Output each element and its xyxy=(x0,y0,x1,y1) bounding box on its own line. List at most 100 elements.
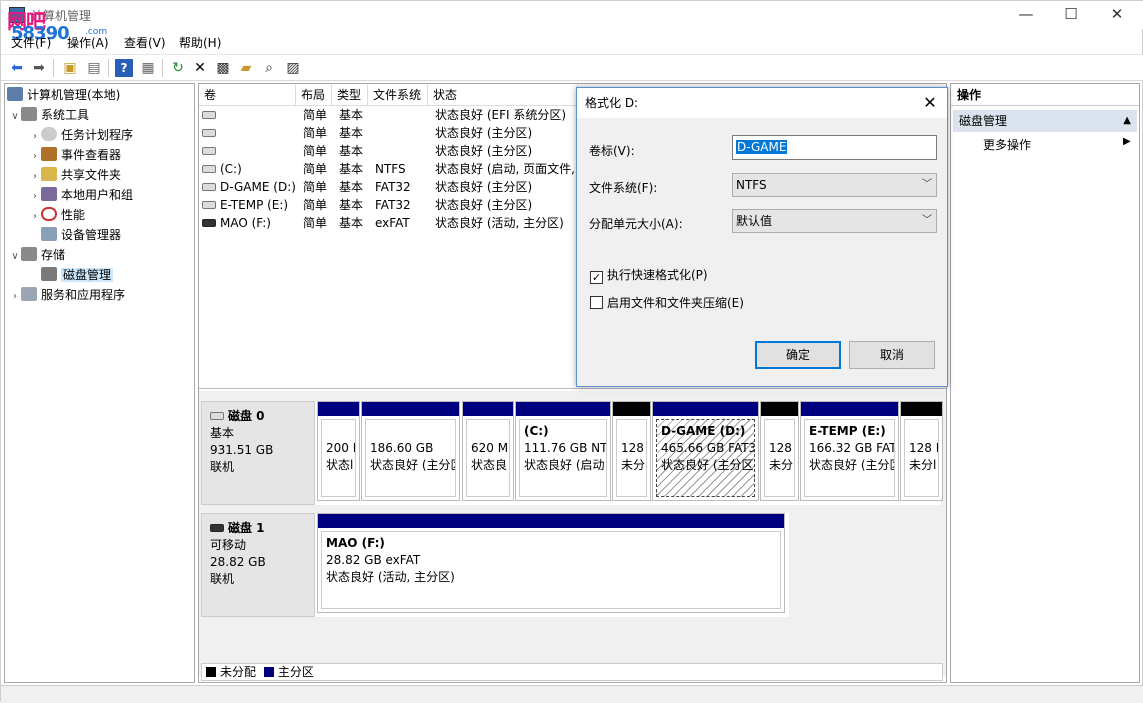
removable-drive-icon xyxy=(202,219,216,227)
dialog-body: 卷标(V): D-GAME 文件系统(F): NTFS ﹀ 分配单元大小(A): … xyxy=(577,118,947,386)
primary-swatch xyxy=(263,667,274,677)
volume-icon xyxy=(202,201,216,209)
search-icon[interactable]: ⌕ xyxy=(260,59,278,77)
computer-management-window: 计算机管理 网吧 58390 .com — ☐ ✕ 文件(F) 操作(A) 查看… xyxy=(0,0,1143,703)
delete-icon[interactable]: ✕ xyxy=(191,59,209,77)
partition-c[interactable]: (C:) 111.76 GB NT 状态良好 (启动 xyxy=(515,401,611,501)
up-icon[interactable]: ▣ xyxy=(61,59,79,77)
title-bar: 计算机管理 网吧 58390 .com — ☐ ✕ xyxy=(1,1,1143,44)
event-viewer-icon xyxy=(41,147,57,161)
allocation-unit-label: 分配单元大小(A): xyxy=(589,217,683,231)
minimize-button[interactable]: — xyxy=(1011,5,1041,25)
chevron-right-icon[interactable]: › xyxy=(29,127,41,147)
checkmark-icon[interactable]: ✓ xyxy=(590,271,603,284)
checkbox-empty[interactable] xyxy=(590,296,603,309)
allocation-unit-select[interactable]: 默认值 ﹀ xyxy=(732,209,937,233)
refresh-icon[interactable]: ↻ xyxy=(169,59,187,77)
partition[interactable]: 200 I 状态l xyxy=(317,401,360,501)
tree-services-apps[interactable]: › 服务和应用程序 xyxy=(9,285,125,305)
tree-task-scheduler[interactable]: › 任务计划程序 xyxy=(29,125,133,145)
tools-icon xyxy=(21,107,37,121)
column-header-type[interactable]: 类型 xyxy=(332,84,368,106)
back-icon[interactable]: ⬅ xyxy=(8,59,26,77)
actions-section-disk-management[interactable]: 磁盘管理 ▲ xyxy=(953,110,1137,132)
dialog-title: 格式化 D: xyxy=(585,96,639,110)
computer-icon xyxy=(7,87,23,101)
unallocated-space[interactable]: 128 I 未分l xyxy=(900,401,943,501)
disk-0: 磁盘 0 基本 931.51 GB 联机 200 I 状态l 186.60 GB 状… xyxy=(201,401,943,505)
dialog-title-bar: 格式化 D: ✕ xyxy=(577,88,947,118)
volume-icon xyxy=(202,129,216,137)
unallocated-space[interactable]: 128 未分 xyxy=(612,401,651,501)
tree-shared-folders[interactable]: › 共享文件夹 xyxy=(29,165,121,185)
storage-icon xyxy=(21,247,37,261)
disk-0-label[interactable]: 磁盘 0 基本 931.51 GB 联机 xyxy=(201,401,315,505)
disk-1-label[interactable]: 磁盘 1 可移动 28.82 GB 联机 xyxy=(201,513,315,617)
disk-graphical-view: 磁盘 0 基本 931.51 GB 联机 200 I 状态l 186.60 GB 状… xyxy=(199,391,946,681)
volume-label-input[interactable]: D-GAME xyxy=(732,135,937,160)
settings-icon[interactable]: ▨ xyxy=(284,59,302,77)
toolbar-separator xyxy=(162,59,163,77)
column-header-volume[interactable]: 卷 xyxy=(199,84,296,106)
partition-e[interactable]: E-TEMP (E:) 166.32 GB FAT 状态良好 (主分区 xyxy=(800,401,899,501)
ok-button[interactable]: 确定 xyxy=(755,341,841,369)
partition-d-selected[interactable]: D-GAME (D:) 465.66 GB FAT3 状态良好 (主分区 xyxy=(652,401,759,501)
close-button[interactable]: ✕ xyxy=(1102,5,1132,25)
partition[interactable]: 186.60 GB 状态良好 (主分区 xyxy=(361,401,460,501)
submenu-arrow-icon[interactable]: ▶ xyxy=(1123,136,1131,147)
toolbar-separator xyxy=(53,59,54,77)
menu-bar: 文件(F) 操作(A) 查看(V) 帮助(H) xyxy=(1,31,1143,53)
chevron-right-icon[interactable]: › xyxy=(9,287,21,307)
collapse-icon[interactable]: ▲ xyxy=(1123,110,1131,132)
column-header-status[interactable]: 状态 xyxy=(428,84,578,106)
chevron-right-icon[interactable]: › xyxy=(29,147,41,167)
disk-1: 磁盘 1 可移动 28.82 GB 联机 MAO (F:) 28.82 GB ex… xyxy=(201,513,789,617)
legend: 未分配 主分区 xyxy=(201,663,943,681)
partition-f[interactable]: MAO (F:) 28.82 GB exFAT 状态良好 (活动, 主分区) xyxy=(317,513,785,613)
clock-icon xyxy=(41,127,57,141)
app-icon xyxy=(9,7,25,23)
tree-local-users[interactable]: › 本地用户和组 xyxy=(29,185,133,205)
actions-header: 操作 xyxy=(951,84,1139,106)
chevron-down-icon[interactable]: ∨ xyxy=(9,107,21,127)
quick-format-checkbox[interactable]: ✓ 执行快速格式化(P) xyxy=(590,266,708,284)
compression-checkbox[interactable]: 启用文件和文件夹压缩(E) xyxy=(590,294,744,311)
tree-storage[interactable]: ∨ 存储 xyxy=(9,245,65,265)
chevron-right-icon[interactable]: › xyxy=(29,187,41,207)
cancel-button[interactable]: 取消 xyxy=(849,341,935,369)
format-dialog: 格式化 D: ✕ 卷标(V): D-GAME 文件系统(F): NTFS ﹀ 分配… xyxy=(576,87,948,387)
chevron-right-icon[interactable]: › xyxy=(29,207,41,227)
dialog-close-button[interactable]: ✕ xyxy=(919,92,941,114)
unallocated-space[interactable]: 128 未分 xyxy=(760,401,799,501)
partition[interactable]: 620 M 状态良 xyxy=(462,401,514,501)
menu-view[interactable]: 查看(V) xyxy=(124,34,166,51)
chevron-right-icon[interactable]: › xyxy=(29,167,41,187)
more-actions-item[interactable]: 更多操作 xyxy=(983,136,1031,153)
tree-disk-management[interactable]: 磁盘管理 xyxy=(41,265,114,285)
chevron-down-icon: ﹀ xyxy=(922,179,932,190)
view-icon[interactable]: ▦ xyxy=(139,59,157,77)
help-icon[interactable]: ? xyxy=(115,59,133,77)
open-icon[interactable]: ▰ xyxy=(237,59,255,77)
menu-file[interactable]: 文件(F) xyxy=(11,34,51,51)
menu-action[interactable]: 操作(A) xyxy=(67,34,109,51)
maximize-button[interactable]: ☐ xyxy=(1056,5,1086,25)
tree-root[interactable]: 计算机管理(本地) xyxy=(7,85,120,105)
column-header-filesystem[interactable]: 文件系统 xyxy=(368,84,428,106)
tree-device-manager[interactable]: 设备管理器 xyxy=(41,225,121,245)
file-system-select[interactable]: NTFS ﹀ xyxy=(732,173,937,197)
console-tree: 计算机管理(本地) ∨ 系统工具 › 任务计划程序 › 事件查看器 › 共享文件夹 › 本… xyxy=(4,83,195,683)
column-header-layout[interactable]: 布局 xyxy=(296,84,332,106)
menu-help[interactable]: 帮助(H) xyxy=(179,34,221,51)
tree-performance[interactable]: › 性能 xyxy=(29,205,85,225)
users-icon xyxy=(41,187,57,201)
console-tree-icon[interactable]: ▤ xyxy=(85,59,103,77)
tree-system-tools[interactable]: ∨ 系统工具 xyxy=(9,105,89,125)
volume-icon xyxy=(202,165,216,173)
forward-icon[interactable]: ➡ xyxy=(30,59,48,77)
tree-event-viewer[interactable]: › 事件查看器 xyxy=(29,145,121,165)
properties-icon[interactable]: ▩ xyxy=(214,59,232,77)
disk-management-icon xyxy=(41,267,57,281)
chevron-down-icon[interactable]: ∨ xyxy=(9,247,21,267)
chevron-down-icon: ﹀ xyxy=(922,215,932,226)
